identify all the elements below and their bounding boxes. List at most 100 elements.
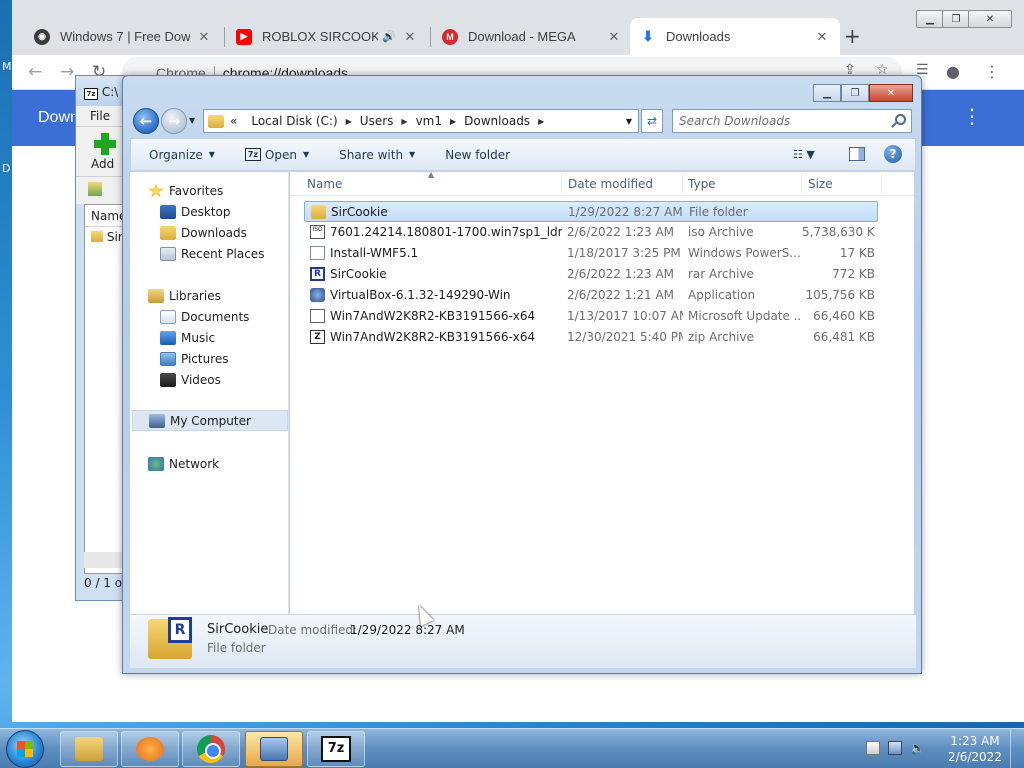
taskbar-chrome[interactable] <box>182 731 240 767</box>
file-explorer-icon <box>75 737 103 761</box>
list-item[interactable]: Sir <box>85 227 126 244</box>
column-header-type[interactable]: Type <box>688 177 716 191</box>
volume-icon[interactable]: 🔈 <box>910 741 925 755</box>
tab-downloads[interactable]: ⬇ Downloads ✕ <box>630 18 840 55</box>
maximize-button[interactable]: ❐ <box>841 84 869 102</box>
chevron-right-icon[interactable]: ▶ <box>346 117 352 126</box>
column-header-date-modified[interactable]: Date modified <box>568 177 653 191</box>
new-tab-button[interactable]: + <box>844 24 861 48</box>
horizontal-scrollbar[interactable] <box>84 552 124 568</box>
taskbar-explorer[interactable] <box>60 731 118 767</box>
network-tray-icon[interactable] <box>888 741 902 755</box>
tab-windows7[interactable]: ◉ Windows 7 | Free Downlo ✕ <box>24 18 222 55</box>
nav-my-computer[interactable]: My Computer <box>132 410 288 431</box>
add-button[interactable]: Add <box>91 157 114 171</box>
file-row-kb-zip[interactable]: Z Win7AndW2K8R2-KB3191566-x64 12/30/2021… <box>304 327 878 348</box>
file-date: 1/13/2017 10:07 AM <box>567 309 683 323</box>
refresh-button[interactable]: ⇄ <box>641 109 663 133</box>
file-size: 66,460 KB <box>813 309 875 323</box>
folder-up-icon[interactable] <box>88 182 102 196</box>
file-row-kb-msu[interactable]: Win7AndW2K8R2-KB3191566-x64 1/13/2017 10… <box>304 306 878 327</box>
column-header-size[interactable]: Size <box>808 177 833 191</box>
taskbar-media-player[interactable] <box>121 731 179 767</box>
tab-mega[interactable]: M Download - MEGA ✕ <box>432 18 632 55</box>
chevron-down-icon: ▼ <box>302 150 310 159</box>
nav-libraries[interactable]: Libraries <box>148 285 306 306</box>
search-box[interactable] <box>672 109 912 133</box>
file-list[interactable]: ▲ Name Date modified Type Size SirCookie… <box>290 170 914 614</box>
breadcrumb[interactable]: « Local Disk (C:) ▶ Users ▶ vm1 ▶ Downlo… <box>203 109 639 133</box>
file-type: iso Archive <box>688 225 754 239</box>
chevron-right-icon[interactable]: ▶ <box>401 117 407 126</box>
column-divider[interactable] <box>801 174 802 194</box>
breadcrumb-local-disk[interactable]: Local Disk (C:) <box>251 114 337 128</box>
chrome-maximize-button[interactable]: ❐ <box>942 10 970 28</box>
profile-avatar-icon[interactable]: ● <box>946 62 960 81</box>
file-row-iso[interactable]: ISO 7601.24214.180801-1700.win7sp1_ldr_e… <box>304 222 878 243</box>
show-desktop-button[interactable] <box>1010 729 1024 768</box>
chrome-minimize-button[interactable]: ▁ <box>916 10 944 28</box>
7zip-file-list[interactable]: Name Sir <box>84 204 127 574</box>
change-view-button[interactable]: ☷ ▼ <box>793 148 815 161</box>
nav-favorites[interactable]: Favorites <box>148 180 306 201</box>
forward-button[interactable]: → <box>161 108 187 134</box>
chrome-close-button[interactable]: ✕ <box>968 10 1012 28</box>
clock[interactable]: 1:23 AM 2/6/2022 <box>944 733 1006 765</box>
recent-places-icon <box>160 246 176 261</box>
file-name: VirtualBox-6.1.32-149290-Win <box>330 288 511 302</box>
help-icon[interactable]: ? <box>884 145 902 163</box>
column-divider[interactable] <box>561 174 562 194</box>
7zip-address-bar[interactable] <box>76 176 127 204</box>
open-button[interactable]: 7z Open ▼ <box>244 148 310 162</box>
tab-roblox[interactable]: ▶ ROBLOX SIRCOOKIE S 🔊 ✕ <box>226 18 428 55</box>
back-button[interactable]: ← <box>133 108 159 134</box>
file-row-sircookie-folder[interactable]: SirCookie 1/29/2022 8:27 AM File folder <box>304 201 878 222</box>
chrome-menu-icon[interactable]: ⋮ <box>984 62 1000 81</box>
start-button[interactable] <box>6 730 44 768</box>
organize-button[interactable]: Organize ▼ <box>149 148 215 162</box>
column-divider[interactable] <box>881 174 882 194</box>
menu-file[interactable]: File <box>90 109 110 123</box>
search-input[interactable] <box>673 110 883 132</box>
column-name-header[interactable]: Name <box>85 205 126 227</box>
breadcrumb-users[interactable]: Users <box>360 114 394 128</box>
breadcrumb-vm1[interactable]: vm1 <box>416 114 442 128</box>
search-icon[interactable] <box>895 114 906 125</box>
new-folder-button[interactable]: New folder <box>445 148 510 162</box>
tab-close-icon[interactable]: ✕ <box>196 29 212 45</box>
chevron-right-icon[interactable]: ▶ <box>538 117 544 126</box>
details-file-type: File folder <box>207 641 266 655</box>
add-plus-icon[interactable] <box>94 133 116 155</box>
tab-close-icon[interactable]: ✕ <box>606 29 622 45</box>
file-type: File folder <box>689 205 748 219</box>
file-row-virtualbox[interactable]: VirtualBox-6.1.32-149290-Win 2/6/2022 1:… <box>304 285 878 306</box>
tab-close-icon[interactable]: ✕ <box>402 29 418 45</box>
nav-network[interactable]: Network <box>148 453 306 474</box>
file-size: 772 KB <box>832 267 875 281</box>
recent-pages-dropdown-icon[interactable]: ▼ <box>189 116 195 125</box>
taskbar-remote-desktop[interactable] <box>245 731 303 767</box>
minimize-button[interactable]: ▁ <box>813 84 841 102</box>
desktop-edge-fragment: D <box>2 162 11 175</box>
column-divider[interactable] <box>682 174 683 194</box>
preview-pane-icon[interactable] <box>849 147 865 161</box>
chevron-right-icon[interactable]: ▶ <box>450 117 456 126</box>
downloads-more-icon[interactable]: ⋮ <box>962 104 982 128</box>
taskbar-7zip[interactable]: 7z <box>307 731 365 767</box>
breadcrumb-overflow[interactable]: « <box>230 114 237 128</box>
audio-playing-icon[interactable]: 🔊 <box>382 30 396 43</box>
mega-icon: M <box>442 28 458 45</box>
tab-close-icon[interactable]: ✕ <box>814 29 830 45</box>
file-row-install-wmf[interactable]: Install-WMF5.1 1/18/2017 3:25 PM Windows… <box>304 243 878 264</box>
sort-ascending-icon: ▲ <box>428 170 435 179</box>
close-button[interactable]: ✕ <box>869 84 913 102</box>
forward-arrow-icon[interactable]: → <box>60 62 74 82</box>
back-arrow-icon[interactable]: ← <box>28 62 42 82</box>
chevron-down-icon[interactable]: ▼ <box>626 117 632 126</box>
iso-file-icon: ISO <box>310 225 325 239</box>
file-row-sircookie-rar[interactable]: R SirCookie 2/6/2022 1:23 AM rar Archive… <box>304 264 878 285</box>
share-with-button[interactable]: Share with ▼ <box>339 148 415 162</box>
breadcrumb-downloads[interactable]: Downloads <box>464 114 530 128</box>
action-center-flag-icon[interactable] <box>866 741 880 755</box>
column-header-name[interactable]: Name <box>307 177 342 191</box>
